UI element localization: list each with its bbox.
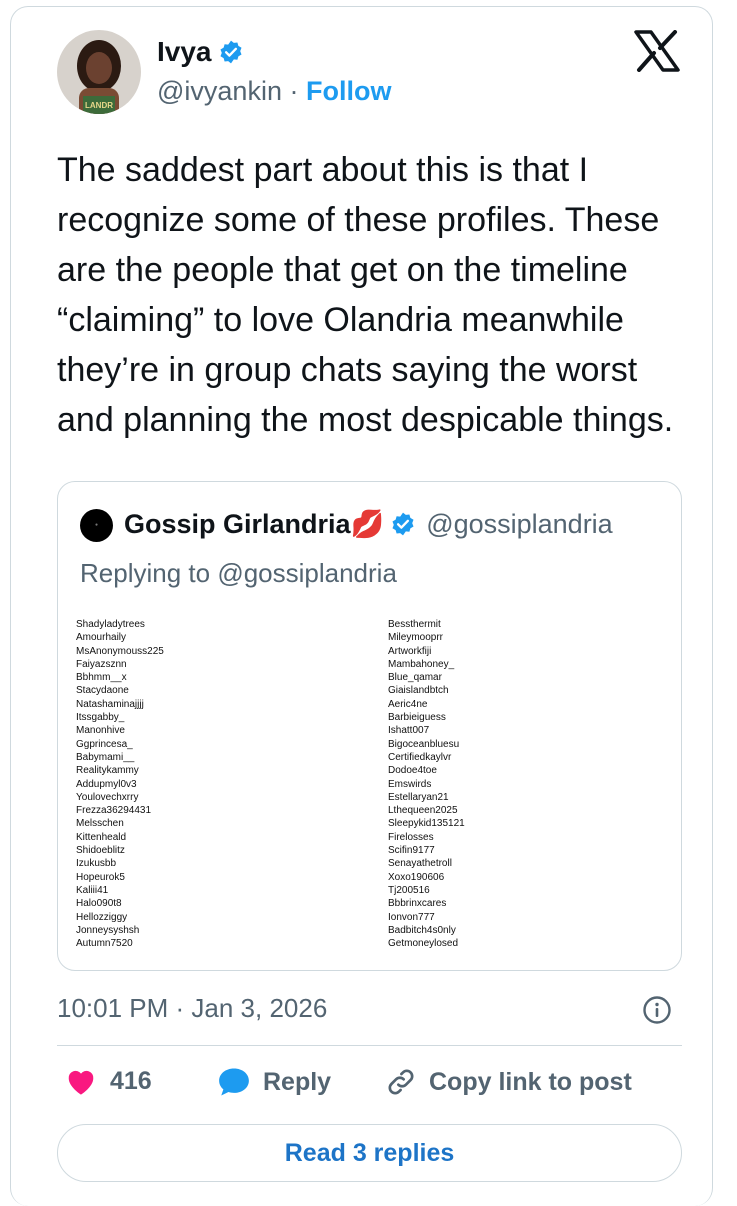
x-logo-icon[interactable]	[634, 30, 680, 72]
heart-icon	[68, 1070, 94, 1095]
username-item: Dodoe4toe	[388, 765, 437, 777]
quoted-name: Gossip Girlandria💋	[124, 509, 385, 539]
username-item: Realitykammy	[76, 765, 139, 777]
info-icon[interactable]	[642, 995, 672, 1025]
quoted-handle: @gossiplandria	[426, 508, 613, 539]
username-item: Jonneysyshsh	[76, 924, 140, 936]
username-item: Ionvon777	[388, 911, 435, 923]
username-item: Halo090t8	[76, 898, 122, 910]
divider	[57, 1045, 682, 1046]
username-item: Faiyazsznn	[76, 658, 127, 670]
username-item: Certifiedkaylvr	[388, 751, 452, 763]
username-item: Giaislandbtch	[388, 685, 449, 697]
username-item: Tj200516	[388, 884, 430, 896]
tweet-timestamp[interactable]: 10:01 PM · Jan 3, 2026	[57, 993, 327, 1024]
username-item: Bigoceanbluesu	[388, 738, 460, 750]
replying-prefix: Replying to	[80, 558, 211, 588]
author-name[interactable]: Ivya	[157, 36, 212, 68]
username-item: Lthequeen2025	[388, 805, 458, 817]
separator-dot: ·	[289, 76, 299, 106]
action-bar: 416 Reply Copy link to post	[57, 1066, 697, 1106]
author-handle[interactable]: @ivyankin	[157, 76, 282, 106]
username-list-left: Shadyladytrees Amourhaily MsAnonymouss225 F…	[76, 618, 164, 950]
author-avatar[interactable]: LANDR	[57, 30, 141, 114]
username-item: Ggprincesa_	[76, 738, 133, 750]
username-item: Kaliii41	[76, 884, 109, 896]
reply-label: Reply	[263, 1067, 332, 1096]
copy-link-label: Copy link to post	[429, 1067, 632, 1096]
username-item: Firelosses	[388, 831, 434, 843]
username-item: Senayathetroll	[388, 858, 452, 870]
username-item: Xoxo190606	[388, 871, 445, 883]
username-item: Natashaminajjjj	[76, 698, 144, 710]
username-item: Hellozziggy	[76, 911, 128, 923]
username-item: Barbieiguess	[388, 712, 446, 724]
username-item: Artworkfiji	[388, 645, 432, 657]
username-item: Emswirds	[388, 778, 432, 790]
username-list-right: Bessthermit Mileymooprr Artworkfiji Mambaho…	[388, 618, 465, 950]
username-item: Badbitch4s0nly	[388, 924, 456, 936]
username-item: Addupmyl0v3	[76, 778, 137, 790]
like-button[interactable]: 416	[64, 1066, 152, 1096]
username-item: Bbhmm__x	[76, 672, 127, 684]
username-item: Ishatt007	[388, 725, 430, 737]
username-item: Stacydaone	[76, 685, 129, 697]
copy-link-button[interactable]: Copy link to post	[385, 1066, 632, 1098]
username-item: Estellaryan21	[388, 791, 449, 803]
verified-badge-icon	[219, 40, 242, 64]
quoted-avatar: ●	[80, 509, 113, 542]
username-item: Hopeurok5	[76, 871, 125, 883]
username-item: Izukusbb	[76, 858, 117, 870]
username-item: Youlovechxrry	[76, 791, 139, 803]
username-item: Blue_qamar	[388, 672, 442, 684]
follow-button[interactable]: Follow	[306, 76, 391, 106]
username-item: Frezza36294431	[76, 805, 152, 817]
username-item: Aeric4ne	[388, 698, 428, 710]
username-item: Babymami__	[76, 751, 135, 763]
username-item: Mambahoney_	[388, 658, 455, 670]
username-item: MsAnonymouss225	[76, 645, 164, 657]
replying-to: Replying to @gossiplandria	[80, 558, 397, 589]
svg-text:LANDR: LANDR	[85, 101, 113, 110]
replying-handle[interactable]: @gossiplandria	[217, 558, 397, 588]
username-item: Shadyladytrees	[76, 619, 145, 630]
like-count: 416	[110, 1066, 152, 1095]
username-item: Scifin9177	[388, 845, 435, 857]
username-item: Melsschen	[76, 818, 124, 830]
username-item: Mileymooprr	[388, 632, 444, 644]
link-icon	[388, 1069, 414, 1095]
verified-badge-icon	[392, 512, 414, 536]
tweet-text: The saddest part about this is that I re…	[57, 151, 674, 439]
username-item: Manonhive	[76, 725, 125, 737]
reply-button[interactable]: Reply	[217, 1066, 331, 1098]
quoted-header: Gossip Girlandria💋 @gossiplandria	[124, 508, 613, 540]
username-item: Autumn7520	[76, 938, 133, 950]
username-item: Kittenheald	[76, 831, 127, 843]
reply-bubble-icon	[219, 1068, 249, 1096]
username-item: Bessthermit	[388, 619, 441, 630]
username-item: Amourhaily	[76, 632, 127, 644]
username-item: Sleepykid135121	[388, 818, 465, 830]
author-name-row: Ivya	[157, 36, 244, 68]
username-item: Itssgabby_	[76, 712, 125, 724]
author-handle-row: @ivyankin · Follow	[157, 76, 391, 107]
read-replies-button[interactable]: Read 3 replies	[57, 1124, 682, 1182]
quoted-tweet[interactable]: ● Gossip Girlandria💋 @gossiplandria Repl…	[57, 481, 682, 971]
username-item: Bbbrinxcares	[388, 898, 447, 910]
username-item: Shidoeblitz	[76, 845, 125, 857]
username-item: Getmoneylosed	[388, 938, 459, 950]
